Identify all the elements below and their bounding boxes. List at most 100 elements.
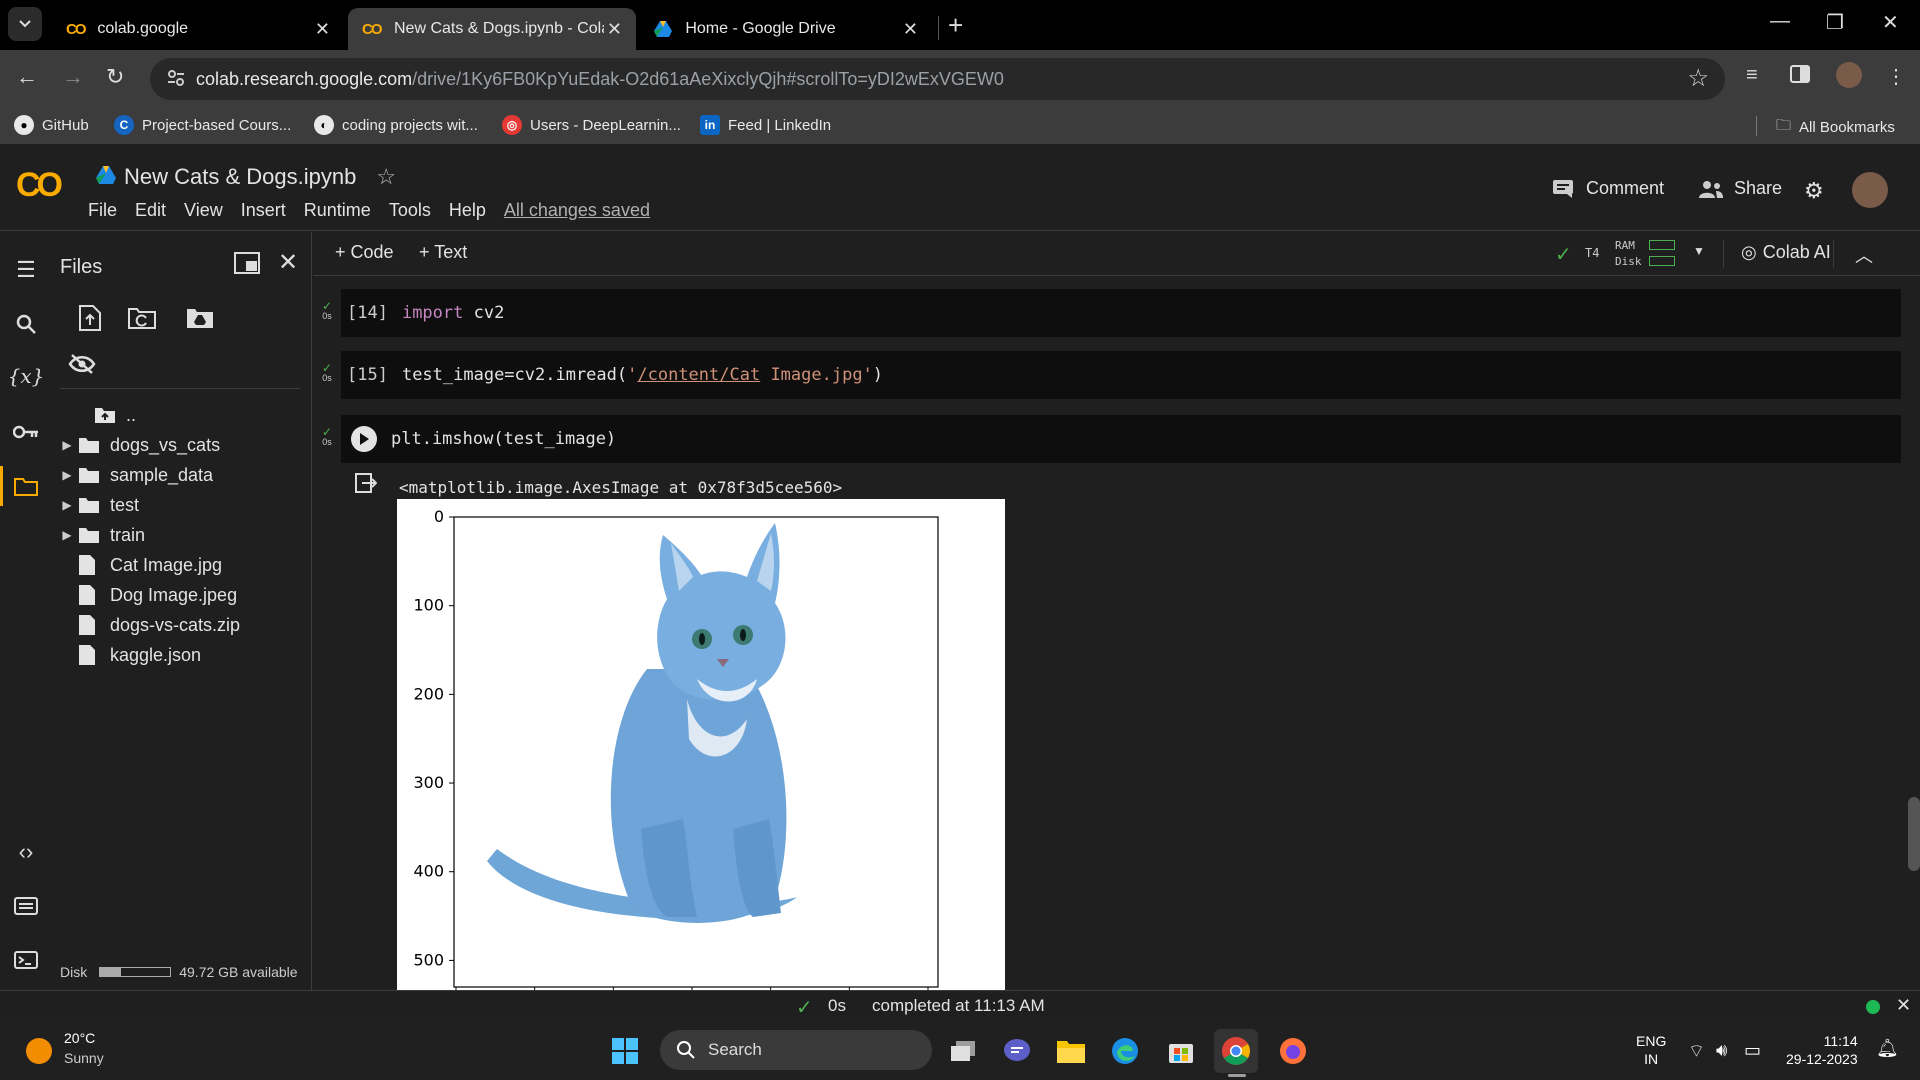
- runtime-type[interactable]: T4: [1585, 246, 1599, 260]
- profile-avatar[interactable]: [1836, 62, 1862, 88]
- taskbar-search[interactable]: Search: [660, 1030, 932, 1070]
- side-panel-icon[interactable]: [1790, 64, 1810, 90]
- close-window-icon[interactable]: ✕: [1882, 10, 1899, 35]
- file-row[interactable]: Dog Image.jpeg: [56, 582, 237, 608]
- restore-icon[interactable]: ❐: [1826, 10, 1844, 35]
- site-info-icon[interactable]: [166, 68, 186, 88]
- menu-tools[interactable]: Tools: [389, 200, 431, 221]
- bookmark-project-based[interactable]: C Project-based Cours...: [114, 115, 291, 135]
- close-tab-icon[interactable]: ✕: [607, 19, 622, 40]
- star-icon[interactable]: ☆: [376, 164, 396, 190]
- folder-row[interactable]: ▶ train: [56, 522, 145, 548]
- file-explorer-icon[interactable]: [1054, 1034, 1088, 1068]
- variables-icon[interactable]: {x}: [8, 362, 45, 390]
- bookmark-linkedin[interactable]: in Feed | LinkedIn: [700, 115, 831, 135]
- refresh-folder-icon[interactable]: [128, 304, 156, 332]
- colab-logo[interactable]: CO: [16, 166, 63, 205]
- tab-search-button[interactable]: [8, 7, 42, 41]
- all-bookmarks[interactable]: 🗀 All Bookmarks: [1776, 115, 1895, 140]
- tab-notebook[interactable]: CO New Cats & Dogs.ipynb - Colab ✕: [348, 8, 636, 50]
- upload-file-icon[interactable]: [76, 304, 104, 332]
- file-row[interactable]: dogs-vs-cats.zip: [56, 612, 240, 638]
- close-tab-icon[interactable]: ✕: [903, 19, 918, 40]
- expand-caret-icon[interactable]: ▶: [56, 528, 78, 542]
- expand-caret-icon[interactable]: ▶: [56, 498, 78, 512]
- folder-row[interactable]: ▶ dogs_vs_cats: [56, 432, 220, 458]
- more-menu-icon[interactable]: ⋮: [1886, 64, 1906, 89]
- parent-folder-row[interactable]: ..: [56, 402, 136, 428]
- notebook-title[interactable]: New Cats & Dogs.ipynb: [124, 164, 356, 190]
- weather-temp[interactable]: 20°C: [64, 1030, 95, 1046]
- volume-icon[interactable]: 🔊︎: [1716, 1040, 1727, 1061]
- firefox-icon[interactable]: [1276, 1034, 1310, 1068]
- add-text-cell-button[interactable]: + Text: [419, 242, 467, 263]
- hidden-files-toggle-icon[interactable]: [68, 350, 96, 378]
- share-button[interactable]: Share: [1698, 178, 1782, 199]
- close-status-icon[interactable]: ✕: [1896, 995, 1911, 1016]
- weather-condition[interactable]: Sunny: [64, 1050, 104, 1066]
- expand-caret-icon[interactable]: ▶: [56, 468, 78, 482]
- bookmark-star-icon[interactable]: ☆: [1687, 64, 1709, 93]
- code-snippets-icon[interactable]: ‹›: [12, 838, 40, 866]
- bookmark-coding-projects[interactable]: ◐ coding projects wit...: [314, 115, 478, 135]
- menu-view[interactable]: View: [184, 200, 223, 221]
- chrome-icon[interactable]: [1214, 1029, 1258, 1073]
- bookmark-github[interactable]: ● GitHub: [14, 115, 89, 135]
- expand-caret-icon[interactable]: ▶: [56, 438, 78, 452]
- windows-start-icon[interactable]: [608, 1034, 642, 1068]
- language-indicator[interactable]: ENG IN: [1636, 1032, 1666, 1068]
- menu-help[interactable]: Help: [449, 200, 486, 221]
- resource-monitor[interactable]: RAM Disk: [1615, 238, 1642, 270]
- close-panel-icon[interactable]: ✕: [278, 248, 298, 277]
- address-bar[interactable]: colab.research.google.com/drive/1Ky6FB0K…: [150, 58, 1725, 100]
- microsoft-store-icon[interactable]: [1164, 1034, 1198, 1068]
- output-actions-icon[interactable]: [353, 471, 378, 500]
- scrollbar-thumb[interactable]: [1908, 797, 1920, 871]
- settings-gear-icon[interactable]: ⚙: [1804, 178, 1824, 204]
- collapse-header-icon[interactable]: ︿: [1855, 242, 1873, 268]
- save-status[interactable]: All changes saved: [504, 200, 650, 221]
- menu-edit[interactable]: Edit: [135, 200, 166, 221]
- notification-bell-icon[interactable]: 🔔︎: [1876, 1038, 1899, 1059]
- media-control-icon[interactable]: ≡: [1746, 64, 1758, 87]
- close-tab-icon[interactable]: ✕: [315, 19, 330, 40]
- wifi-icon[interactable]: ⌔: [1688, 1040, 1705, 1063]
- search-icon[interactable]: [12, 310, 40, 338]
- add-code-cell-button[interactable]: + Code: [335, 242, 394, 263]
- system-clock[interactable]: 11:14 29-12-2023: [1786, 1032, 1858, 1068]
- table-of-contents-icon[interactable]: ☰: [12, 256, 40, 284]
- comment-button[interactable]: Comment: [1552, 178, 1664, 199]
- code-cell[interactable]: [14] import cv2: [341, 289, 1901, 337]
- files-folder-icon[interactable]: [12, 472, 40, 500]
- tab-colab-google[interactable]: CO colab.google ✕: [52, 8, 344, 50]
- battery-icon[interactable]: ▭: [1744, 1040, 1761, 1061]
- task-view-icon[interactable]: [946, 1034, 980, 1068]
- run-cell-button[interactable]: [351, 426, 377, 452]
- runtime-dropdown-icon[interactable]: ▼: [1693, 244, 1705, 258]
- bookmark-deeplearning[interactable]: ◎ Users - DeepLearnin...: [502, 115, 681, 135]
- code-string-path[interactable]: /content/Cat: [637, 365, 760, 385]
- folder-row[interactable]: ▶ test: [56, 492, 139, 518]
- reload-icon[interactable]: ↻: [106, 64, 124, 90]
- code-cell-active[interactable]: plt.imshow(test_image): [341, 415, 1901, 463]
- user-avatar[interactable]: [1852, 172, 1888, 208]
- execution-status[interactable]: completed at 11:13 AM: [872, 996, 1045, 1016]
- edge-icon[interactable]: [1108, 1034, 1142, 1068]
- secrets-key-icon[interactable]: [12, 418, 40, 446]
- terminal-icon[interactable]: [12, 946, 40, 974]
- folder-row[interactable]: ▶ sample_data: [56, 462, 213, 488]
- new-tab-button[interactable]: +: [948, 10, 963, 41]
- minimize-icon[interactable]: —: [1770, 10, 1790, 33]
- file-row[interactable]: Cat Image.jpg: [56, 552, 222, 578]
- tab-google-drive[interactable]: Home - Google Drive ✕: [640, 8, 932, 50]
- menu-insert[interactable]: Insert: [241, 200, 286, 221]
- teams-chat-icon[interactable]: [1000, 1034, 1034, 1068]
- command-palette-icon[interactable]: [12, 892, 40, 920]
- weather-sun-icon[interactable]: [26, 1038, 52, 1064]
- open-in-tab-icon[interactable]: [234, 252, 260, 279]
- mount-drive-icon[interactable]: [186, 304, 214, 332]
- code-cell[interactable]: [15] test_image=cv2.imread('/content/Cat…: [341, 351, 1901, 399]
- file-row[interactable]: kaggle.json: [56, 642, 201, 668]
- menu-runtime[interactable]: Runtime: [304, 200, 371, 221]
- forward-icon[interactable]: →: [62, 64, 84, 90]
